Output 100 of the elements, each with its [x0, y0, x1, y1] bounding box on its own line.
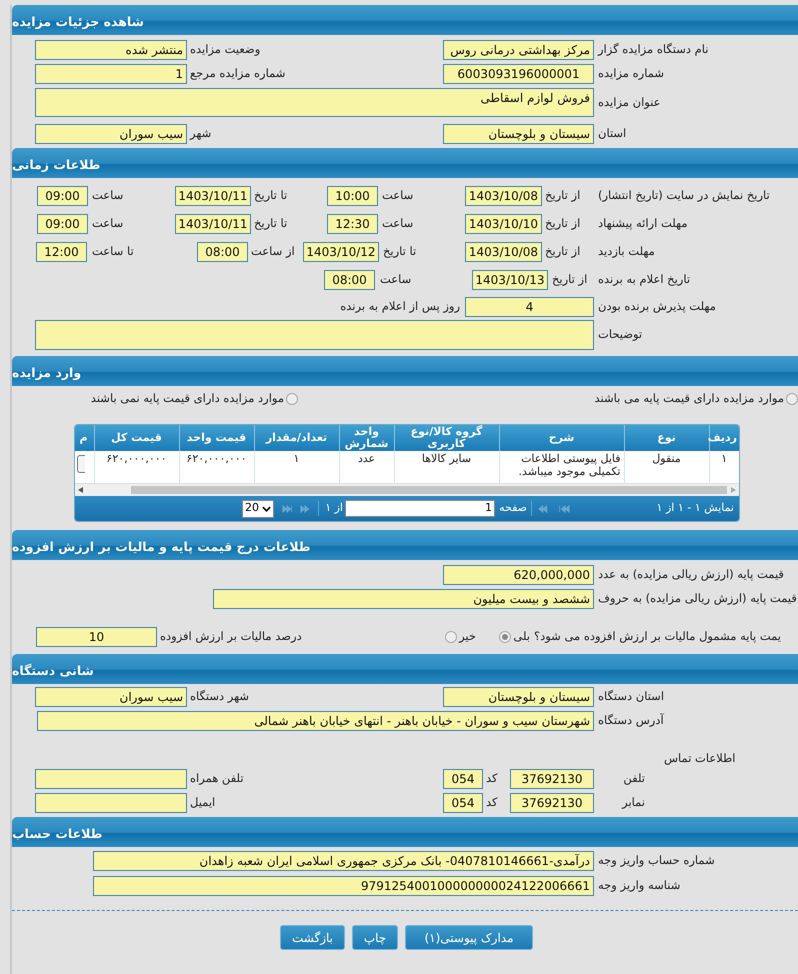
column-header[interactable]: ردیف [709, 425, 739, 451]
horizontal-scrollbar[interactable] [75, 483, 739, 496]
text-field[interactable]: شهرستان سیب و سوران - خیابان باهنر - انتهای خیابان باهنر شمالی [37, 711, 594, 731]
text-field[interactable] [35, 769, 187, 789]
section-header: شانی دستگاه [12, 654, 798, 684]
field-label: روز پس از اعلام به برنده [339, 298, 460, 316]
text-field[interactable]: 08:00 [324, 270, 375, 290]
caret-icon [262, 506, 271, 512]
action-button[interactable]: چاپ [352, 925, 398, 950]
text-field[interactable]: 1403/10/08 [465, 242, 542, 262]
field-label: آدرس دستگاه [598, 712, 666, 730]
field-label: تا تاریخ [254, 215, 288, 232]
text-field[interactable]: 1403/10/10 [465, 214, 542, 234]
action-button[interactable]: مدارک پیوستی(۱) [405, 925, 533, 950]
field-label: تا ساعت [92, 243, 135, 260]
text-area[interactable]: فروش لوازم اسقاطی [35, 88, 594, 117]
text-field[interactable] [35, 793, 187, 813]
field-label: ساعت [92, 215, 124, 232]
text-field[interactable]: منتشر شده [35, 40, 187, 60]
text-field[interactable]: 37692130 [510, 769, 594, 789]
text-field[interactable]: سیب سوران [35, 124, 187, 144]
field-label: تلفن [622, 770, 645, 788]
section-header: طلاعات زمانی [12, 148, 798, 178]
text-field[interactable]: 6003093196000001 [443, 64, 594, 84]
column-header[interactable]: واحد شمارش [339, 425, 394, 451]
text-field[interactable]: 10:00 [327, 186, 378, 206]
text-field[interactable]: 1 [35, 64, 187, 84]
text-field[interactable]: 09:00 [37, 214, 88, 234]
column-header[interactable]: گروه کالا/نوع کاربری [394, 425, 499, 451]
field-label: از تاریخ [545, 187, 582, 204]
pager-label: صفحه [498, 500, 527, 516]
radio-button[interactable]: خیر [438, 628, 476, 646]
text-field[interactable]: 09:00 [37, 186, 88, 206]
text-field[interactable]: 054 [443, 793, 483, 813]
text-field[interactable]: 37692130 [510, 793, 594, 813]
field-label: قیمت پایه (ارزش ریالی مزایده) به عدد [598, 566, 785, 584]
text-field[interactable]: 10 [36, 627, 157, 647]
section-header: وارد مزایده [12, 356, 798, 386]
text-field[interactable]: 1403/10/11 [175, 186, 251, 206]
field-label: تاریخ اعلام به برنده [598, 271, 692, 288]
field-label: شماره حساب واریز وجه [598, 852, 716, 870]
row-action-button[interactable] [76, 455, 84, 473]
field-label: کد [486, 770, 499, 788]
radio-button[interactable]: بلی [478, 628, 530, 646]
column-header[interactable]: قیمت کل [94, 425, 179, 451]
pager-label: از ۱ [324, 500, 343, 516]
field-label: یمت پایه مشمول مالیات بر ارزش افزوده می شود؟ [534, 628, 782, 646]
field-label: از تاریخ [545, 215, 582, 232]
text-field[interactable]: 1403/10/12 [303, 242, 379, 262]
field-label: مهلت ارائه پیشنهاد [598, 215, 689, 232]
field-label: از تاریخ [545, 243, 582, 260]
text-field[interactable]: 1403/10/11 [175, 214, 251, 234]
field-label: شهر دستگاه [190, 688, 250, 706]
field-label: وضعیت مزایده [190, 41, 262, 58]
radio-button[interactable]: موارد مزایده دارای قیمت پایه می باشند [595, 390, 798, 408]
field-label: تلفن همراه [190, 770, 245, 788]
text-field[interactable]: درآمدی-0407810146661- بانک مرکزی جمهوری اسلامی ایران شعبه زاهدان [93, 851, 594, 871]
text-field[interactable]: 1403/10/08 [465, 186, 542, 206]
text-field[interactable]: سیب سوران [35, 687, 187, 707]
pager-summary: نمایش ۱ - ۱ از ۱ [656, 500, 734, 516]
field-label: مهلت پذیرش برنده بودن [598, 298, 717, 316]
column-header[interactable]: شرح [499, 425, 624, 451]
field-label: قیمت پایه (ارزش ریالی مزایده) به حروف [598, 590, 798, 608]
field-label: نمابر [620, 794, 645, 812]
field-label: نام دستگاه مزایده گزار [598, 41, 710, 58]
field-label: کد [486, 794, 499, 812]
text-field[interactable]: 12:00 [36, 242, 87, 262]
field-label: اطلاعات تماس [664, 750, 736, 768]
text-field[interactable]: ششصد و بیست میلیون [213, 589, 594, 609]
field-label: ساعت [92, 187, 124, 204]
field-label: شماره مزایده مرجع [190, 65, 286, 82]
column-header[interactable]: تعداد/مقدار [254, 425, 339, 451]
field-label: استان دستگاه [598, 688, 666, 706]
field-label: مهلت بازدید [598, 243, 656, 260]
column-header[interactable]: قیمت واحد [179, 425, 254, 451]
field-label: شهر [190, 125, 212, 142]
text-field[interactable]: 054 [443, 769, 483, 789]
field-label: تا تاریخ [254, 187, 288, 204]
page-size-select[interactable]: 20 [242, 500, 274, 518]
text-field[interactable]: 979125400100000000024122006661 [93, 876, 594, 896]
text-field[interactable]: 1403/10/13 [472, 270, 548, 290]
text-field[interactable]: 620,000,000 [443, 565, 594, 585]
column-header[interactable]: نوع [624, 425, 709, 451]
text-field[interactable]: مرکز بهداشتی درمانی روس [443, 40, 594, 60]
column-header[interactable]: م [75, 425, 94, 451]
text-field[interactable]: 4 [465, 297, 594, 317]
field-label: تا تاریخ [383, 243, 418, 260]
text-field[interactable]: 08:00 [197, 242, 248, 262]
text-field[interactable]: 12:30 [327, 214, 378, 234]
text-area[interactable] [35, 320, 594, 350]
field-label: از تاریخ [552, 271, 588, 288]
text-field[interactable]: سیستان و بلوچستان [443, 124, 594, 144]
page-input[interactable]: 1 [345, 500, 495, 517]
field-label: عنوان مزایده [598, 94, 662, 111]
text-field[interactable]: سیستان و بلوچستان [443, 687, 594, 707]
radio-button[interactable]: موارد مزایده دارای قیمت پایه نمی باشند [70, 390, 298, 408]
section-header: طلاعات درج قیمت پایه و مالیات بر ارزش افزوده [12, 530, 798, 560]
field-label: درصد مالیات بر ارزش افزوده [160, 628, 303, 646]
action-button[interactable]: بازگشت [280, 925, 345, 950]
field-label: ساعت [382, 215, 414, 232]
